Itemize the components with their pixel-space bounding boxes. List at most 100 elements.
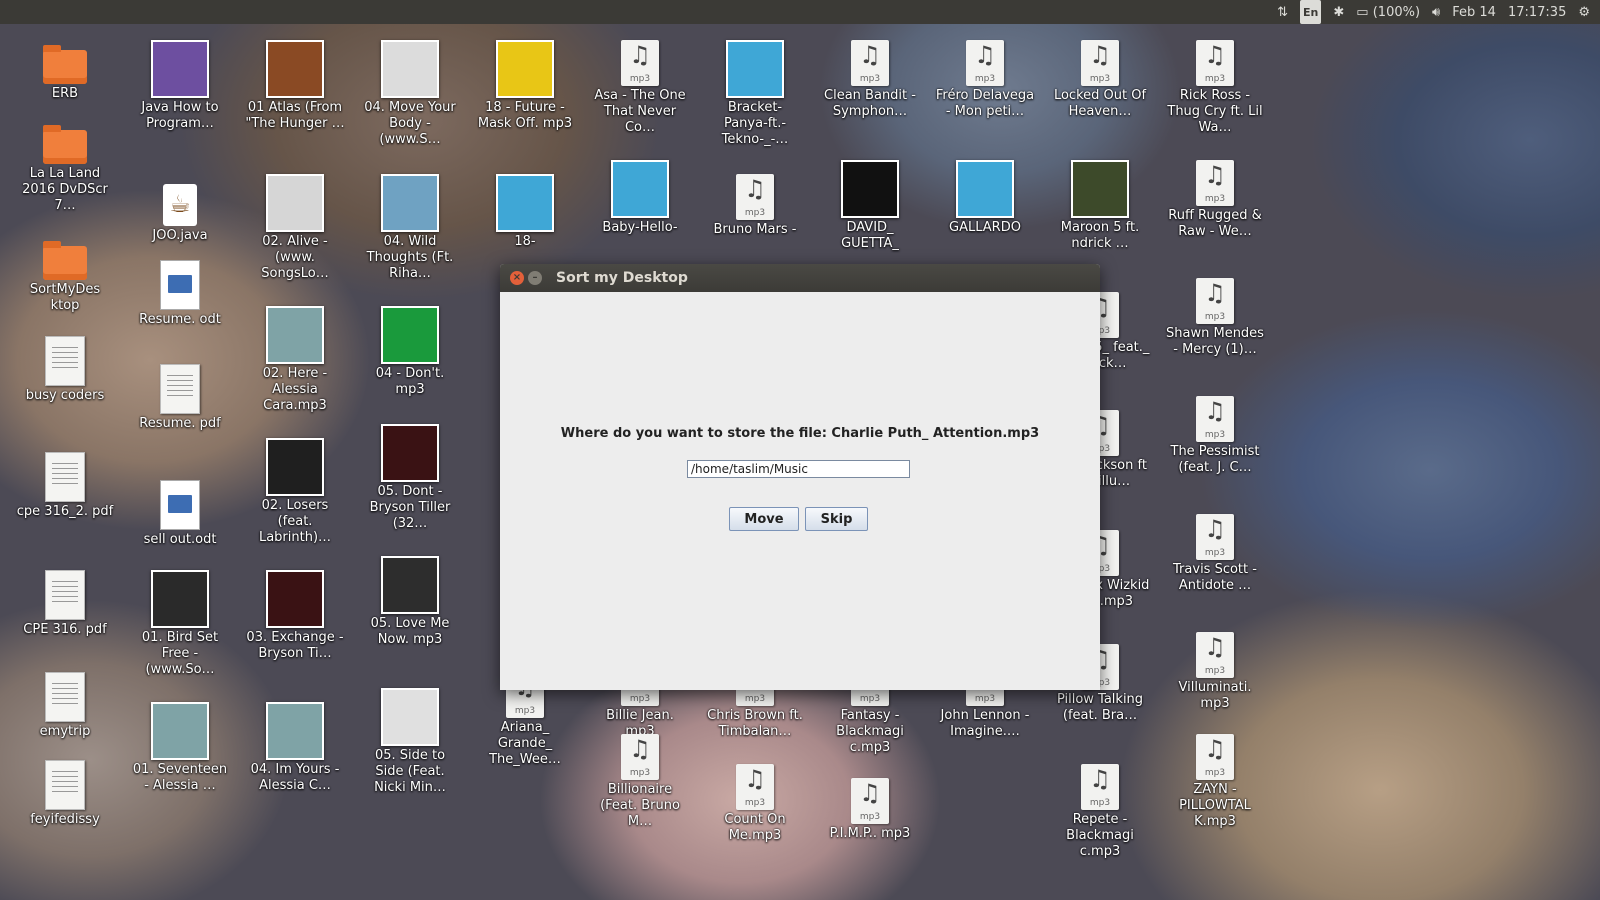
desktop-icon-mp3[interactable]: ♫ mp3 The Pessimist (feat. J. C… bbox=[1165, 396, 1265, 476]
desktop-icon-doc[interactable]: cpe 316_2. pdf bbox=[15, 452, 115, 520]
minimize-icon[interactable]: – bbox=[528, 271, 542, 285]
music-file-icon: ♫mp3 bbox=[1081, 764, 1119, 810]
desktop-icon-mp3[interactable]: ♫ mp3 Locked Out Of Heaven… bbox=[1050, 40, 1150, 120]
dialog-titlebar[interactable]: × – Sort my Desktop bbox=[500, 264, 1100, 292]
desktop-icon-mp3[interactable]: ♫ mp3 Rick Ross - Thug Cry ft. Lil Wa… bbox=[1165, 40, 1265, 136]
desktop-icon-mp3[interactable]: ♫ mp3 Asa - The One That Never Co… bbox=[590, 40, 690, 136]
move-button[interactable]: Move bbox=[729, 507, 799, 531]
desktop-icon-label: 01 Atlas (From "The Hunger … bbox=[245, 100, 345, 131]
desktop-icon-label: Baby-Hello- bbox=[602, 220, 678, 235]
keyboard-layout-indicator[interactable]: En bbox=[1300, 0, 1322, 24]
desktop-icon-thumb[interactable]: 05. Side to Side (Feat. Nicki Min… bbox=[360, 688, 460, 796]
desktop-icon-thumb[interactable]: 05. Love Me Now. mp3 bbox=[360, 556, 460, 648]
desktop-icon-thumb[interactable]: 03. Exchange - Bryson Ti… bbox=[245, 570, 345, 662]
music-file-icon: ♫mp3 bbox=[1081, 40, 1119, 86]
desktop-icon-thumb[interactable]: Bracket- Panya-ft.- Tekno-_-… bbox=[705, 40, 805, 148]
desktop-icon-mp3[interactable]: ♫ mp3 Repete - Blackmagi c.mp3 bbox=[1050, 764, 1150, 860]
battery-indicator[interactable]: ▭ (100%) bbox=[1356, 0, 1420, 24]
desktop-icon-thumb[interactable]: 01. Seventeen - Alessia … bbox=[130, 702, 230, 794]
desktop-icon-mp3[interactable]: ♫ mp3 Bruno Mars - bbox=[705, 174, 805, 238]
album-art-icon bbox=[266, 570, 324, 628]
desktop-icon-mp3[interactable]: ♫ mp3 Clean Bandit - Symphon… bbox=[820, 40, 920, 120]
desktop-icon-label: sell out.odt bbox=[143, 532, 217, 547]
album-art-icon bbox=[1071, 160, 1129, 218]
desktop-icon-thumb[interactable]: 04. Im Yours - Alessia C… bbox=[245, 702, 345, 794]
album-art-icon bbox=[726, 40, 784, 98]
desktop-icon-mp3[interactable]: ♫ mp3 P.I.M.P.. mp3 bbox=[820, 778, 920, 842]
desktop-icon-label: Chris Brown ft. Timbalan… bbox=[707, 708, 803, 739]
destination-path-input[interactable] bbox=[687, 460, 910, 478]
desktop-icon-doc[interactable]: busy coders bbox=[15, 336, 115, 404]
desktop-icon-doc[interactable]: emytrip bbox=[15, 672, 115, 740]
album-art-icon bbox=[266, 438, 324, 496]
close-icon[interactable]: × bbox=[510, 271, 524, 285]
desktop-icon-thumb[interactable]: 18 - Future - Mask Off. mp3 bbox=[475, 40, 575, 132]
text-file-icon bbox=[45, 672, 85, 722]
desktop-icon-thumb[interactable]: 05. Dont - Bryson Tiller (32… bbox=[360, 424, 460, 532]
desktop-icon-label: Repete - Blackmagi c.mp3 bbox=[1066, 812, 1134, 859]
bluetooth-icon[interactable]: ✱ bbox=[1333, 0, 1344, 24]
desktop-icon-mp3[interactable]: ♫ mp3 Travis Scott - Antidote … bbox=[1165, 514, 1265, 594]
desktop-icon-java[interactable]: ☕ JOO.java bbox=[130, 174, 230, 244]
desktop-icon-thumb[interactable]: GALLARDO bbox=[935, 160, 1035, 236]
desktop-icon-mp3[interactable]: ♫ mp3 Billionaire (Feat. Bruno M… bbox=[590, 734, 690, 830]
desktop-icon-label: Ariana_ Grande_ The_Wee… bbox=[489, 720, 561, 767]
desktop-icon-thumb[interactable]: 18- bbox=[475, 174, 575, 250]
desktop-icon-label: Billionaire (Feat. Bruno M… bbox=[600, 782, 680, 829]
desktop-icon-doc[interactable]: Resume. pdf bbox=[130, 364, 230, 432]
desktop-icon-label: 01. Bird Set Free - (www.So… bbox=[141, 630, 219, 677]
desktop-icon-label: Resume. pdf bbox=[139, 416, 221, 431]
volume-icon[interactable]: 🔊︎ bbox=[1432, 0, 1440, 24]
desktop-icon-label: Clean Bandit - Symphon… bbox=[824, 88, 916, 119]
desktop-icon-doc[interactable]: feyifedissy bbox=[15, 760, 115, 828]
desktop-icon-thumb[interactable]: Java How to Program… bbox=[130, 40, 230, 132]
clock-label[interactable]: 17:17:35 bbox=[1508, 0, 1566, 24]
desktop-icon-doc[interactable]: CPE 316. pdf bbox=[15, 570, 115, 638]
desktop-icon-mp3[interactable]: ♫ mp3 ZAYN - PILLOWTAL K.mp3 bbox=[1165, 734, 1265, 830]
album-art-icon bbox=[381, 424, 439, 482]
skip-button[interactable]: Skip bbox=[805, 507, 868, 531]
text-file-icon bbox=[160, 364, 200, 414]
desktop-icon-folder[interactable]: La La Land 2016 DvDScr 7… bbox=[15, 120, 115, 214]
music-file-icon: ♫mp3 bbox=[1196, 632, 1234, 678]
desktop-icon-odt[interactable]: Resume. odt bbox=[130, 260, 230, 328]
desktop-icon-label: Bruno Mars - bbox=[713, 222, 797, 237]
desktop-icon-label: 05. Dont - Bryson Tiller (32… bbox=[369, 484, 451, 531]
top-panel: ⇅ En ✱ ▭ (100%) 🔊︎ Feb 14 17:17:35 ⚙ bbox=[0, 0, 1600, 24]
desktop-icon-thumb[interactable]: 04. Wild Thoughts (Ft. Riha… bbox=[360, 174, 460, 282]
desktop-icon-thumb[interactable]: 04. Move Your Body - (www.S… bbox=[360, 40, 460, 148]
desktop-icon-thumb[interactable]: 04 - Don't. mp3 bbox=[360, 306, 460, 398]
desktop-icon-thumb[interactable]: 01 Atlas (From "The Hunger … bbox=[245, 40, 345, 132]
date-label[interactable]: Feb 14 bbox=[1452, 0, 1496, 24]
desktop-icon-folder[interactable]: SortMyDes ktop bbox=[15, 236, 115, 314]
desktop-icon-thumb[interactable]: DAVID_ GUETTA_ bbox=[820, 160, 920, 252]
desktop-icon-label: 02. Here - Alessia Cara.mp3 bbox=[262, 366, 328, 413]
desktop-icon-mp3[interactable]: ♫ mp3 Shawn Mendes - Mercy (1)… bbox=[1165, 278, 1265, 358]
desktop-icon-thumb[interactable]: 02. Losers (feat. Labrinth)… bbox=[245, 438, 345, 546]
desktop-icon-mp3[interactable]: ♫ mp3 Ruff Rugged & Raw - We… bbox=[1165, 160, 1265, 240]
desktop-icon-label: 01. Seventeen - Alessia … bbox=[132, 762, 228, 793]
gear-icon[interactable]: ⚙ bbox=[1578, 0, 1590, 24]
desktop-icon-thumb[interactable]: 02. Here - Alessia Cara.mp3 bbox=[245, 306, 345, 414]
album-art-icon bbox=[151, 40, 209, 98]
desktop-icon-thumb[interactable]: Baby-Hello- bbox=[590, 160, 690, 236]
desktop-icon-label: 04. Im Yours - Alessia C… bbox=[250, 762, 340, 793]
battery-percent: (100%) bbox=[1372, 4, 1421, 20]
desktop-icon-label: Asa - The One That Never Co… bbox=[594, 88, 686, 135]
desktop-icon-mp3[interactable]: ♫ mp3 Fréro Delavega - Mon peti… bbox=[935, 40, 1035, 120]
desktop-icon-thumb[interactable]: 02. Alive - (www. SongsLo… bbox=[245, 174, 345, 282]
album-art-icon bbox=[381, 688, 439, 746]
desktop-icon-folder[interactable]: ERB bbox=[15, 40, 115, 102]
desktop-icon-thumb[interactable]: Maroon 5 ft. ndrick … bbox=[1050, 160, 1150, 252]
album-art-icon bbox=[841, 160, 899, 218]
desktop-icon-label: John Lennon - Imagine.… bbox=[940, 708, 1030, 739]
desktop-icon-thumb[interactable]: 01. Bird Set Free - (www.So… bbox=[130, 570, 230, 678]
desktop-icon-odt[interactable]: sell out.odt bbox=[130, 480, 230, 548]
desktop-icon-label: emytrip bbox=[39, 724, 91, 739]
album-art-icon bbox=[381, 40, 439, 98]
desktop-icon-mp3[interactable]: ♫ mp3 Count On Me.mp3 bbox=[705, 764, 805, 844]
desktop-icon-label: 18 - Future - Mask Off. mp3 bbox=[477, 100, 573, 131]
desktop-icon-label: feyifedissy bbox=[30, 812, 100, 827]
desktop-icon-mp3[interactable]: ♫ mp3 Villuminati. mp3 bbox=[1165, 632, 1265, 712]
network-icon[interactable]: ⇅ bbox=[1277, 0, 1288, 24]
